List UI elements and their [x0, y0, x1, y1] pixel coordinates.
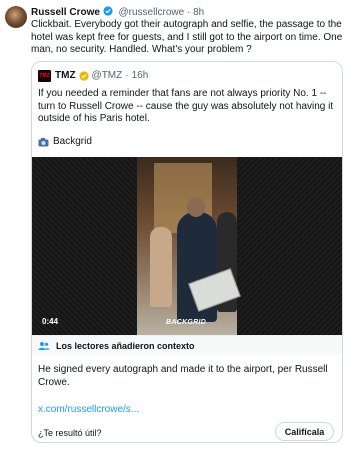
quoted-separator: · [125, 70, 129, 81]
rate-button[interactable]: Califícala [275, 422, 334, 441]
tmz-avatar[interactable]: TMZ [38, 70, 51, 82]
community-note-header: Los lectores añadieron contexto [32, 335, 342, 355]
tweet-header: Russell Crowe @russellcrowe · 8h [31, 6, 346, 19]
photo-credit: Backgrid [38, 136, 92, 147]
gold-verified-badge-icon [78, 71, 89, 81]
author-avatar[interactable] [5, 6, 27, 28]
quoted-tweet[interactable]: TMZ TMZ @TMZ · 16h If you needed a remin… [31, 61, 343, 443]
quoted-text: If you needed a reminder that fans are n… [38, 88, 334, 125]
video-person-head [187, 197, 205, 217]
video-duration: 0:44 [42, 317, 59, 326]
community-note: Los lectores añadieron contexto He signe… [32, 335, 342, 442]
video-person-left [150, 227, 172, 307]
video-watermark: BACKGRID [166, 319, 207, 326]
verified-badge-icon [103, 6, 113, 16]
people-icon [38, 341, 50, 350]
helpful-question: ¿Te resultó útil? [38, 428, 102, 438]
tweet-time[interactable]: 8h [193, 7, 204, 18]
video-blur-left [32, 157, 137, 335]
video-blur-right [237, 157, 342, 335]
header-separator: · [187, 7, 191, 18]
community-note-title: Los lectores añadieron contexto [56, 340, 195, 351]
quoted-author-name[interactable]: TMZ [55, 70, 76, 82]
author-name[interactable]: Russell Crowe [31, 7, 100, 18]
quoted-time[interactable]: 16h [132, 70, 149, 82]
community-note-link[interactable]: x.com/russellcrowe/s... [38, 404, 139, 415]
tweet-text: Clickbait. Everybody got their autograph… [31, 19, 343, 56]
camera-icon [38, 137, 49, 146]
credit-label: Backgrid [53, 136, 92, 147]
community-note-body: He signed every autograph and made it to… [38, 364, 328, 388]
quoted-handle[interactable]: @TMZ [92, 70, 123, 82]
video-player[interactable]: 0:44 BACKGRID [32, 157, 342, 335]
author-handle[interactable]: @russellcrowe [118, 7, 184, 18]
quoted-header: TMZ TMZ @TMZ · 16h [38, 70, 148, 82]
